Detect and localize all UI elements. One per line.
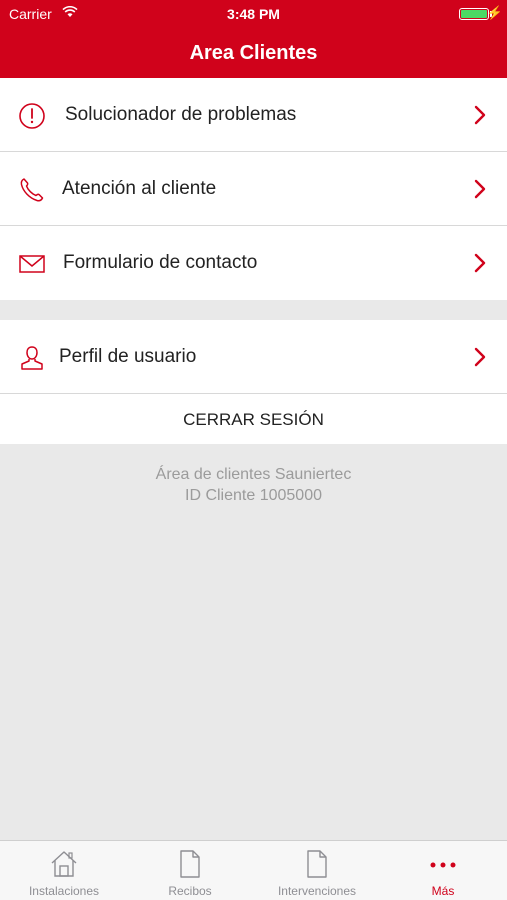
tab-label: Recibos xyxy=(168,884,212,898)
menu-item-label: Formulario de contacto xyxy=(63,252,258,273)
chevron-right-icon xyxy=(474,179,486,199)
client-id: ID Cliente 1005000 xyxy=(185,487,322,504)
phone-icon xyxy=(20,178,44,202)
menu-group-support: Solucionador de problemas Atención al cl… xyxy=(0,78,507,300)
account-info-title: Área de clientes Sauniertec xyxy=(155,466,352,483)
chevron-right-icon xyxy=(474,253,486,273)
tab-instalaciones[interactable]: Instalaciones xyxy=(1,841,127,900)
document-icon xyxy=(180,850,200,878)
navigation-bar: Area Clientes xyxy=(0,28,507,78)
house-icon xyxy=(51,851,77,877)
chevron-right-icon xyxy=(474,347,486,367)
battery-full-icon xyxy=(459,8,489,20)
menu-item-label: Solucionador de problemas xyxy=(65,104,297,125)
menu-item-label: Atención al cliente xyxy=(62,178,217,199)
tab-label: Más xyxy=(431,884,455,898)
menu-item-customer-service[interactable]: Atención al cliente xyxy=(0,152,507,226)
bolt-icon: ⚡ xyxy=(486,5,503,20)
chevron-right-icon xyxy=(474,105,486,125)
document-icon xyxy=(307,850,327,878)
menu-item-troubleshooter[interactable]: Solucionador de problemas xyxy=(0,78,507,152)
menu-item-contact-form[interactable]: Formulario de contacto xyxy=(0,226,507,300)
tab-bar: Instalaciones Recibos Intervenciones Más xyxy=(0,840,507,900)
menu-item-user-profile[interactable]: Perfil de usuario xyxy=(0,320,507,393)
user-icon xyxy=(21,346,43,370)
tab-mas[interactable]: Más xyxy=(380,841,506,900)
page-title: Area Clientes xyxy=(189,42,318,64)
status-bar: Carrier 3:48 PM ⚡ xyxy=(0,0,507,28)
alert-circle-icon xyxy=(19,103,45,129)
tab-intervenciones[interactable]: Intervenciones xyxy=(254,841,380,900)
logout-button[interactable]: CERRAR SESIÓN xyxy=(0,393,507,444)
tab-label: Instalaciones xyxy=(28,884,100,898)
more-dots-icon xyxy=(430,862,456,868)
menu-group-account: Perfil de usuario xyxy=(0,320,507,393)
menu-item-label: Perfil de usuario xyxy=(59,346,197,367)
envelope-icon xyxy=(19,255,45,273)
account-info: Área de clientes Sauniertec ID Cliente 1… xyxy=(0,464,507,506)
clock: 3:48 PM xyxy=(227,6,280,22)
tab-recibos[interactable]: Recibos xyxy=(127,841,253,900)
tab-label: Intervenciones xyxy=(277,884,357,898)
